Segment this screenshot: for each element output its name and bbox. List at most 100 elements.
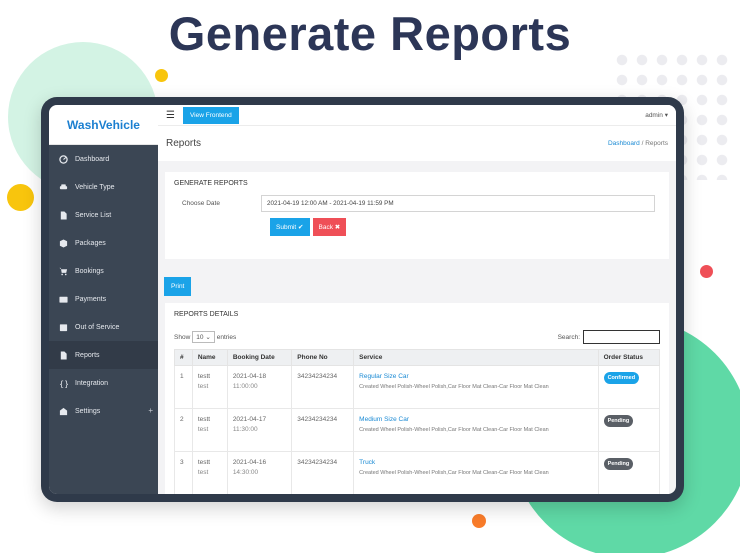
- breadcrumb-dashboard[interactable]: Dashboard: [608, 140, 640, 147]
- booking-date-cell: 2021-04-17 11:30:00: [226, 408, 293, 452]
- user-menu[interactable]: admin ▾: [645, 111, 668, 119]
- car-icon: [58, 183, 68, 192]
- table-row: 3 testt test 2021-04-16 14:30:00 34234234234 T…: [174, 451, 661, 494]
- page-title: Reports: [166, 138, 202, 149]
- order-status-cell: Confirmed: [597, 365, 661, 409]
- table-header-row: # Name Booking Date Phone No Service Order St…: [174, 349, 661, 366]
- dashboard-icon: [58, 154, 68, 164]
- booking-date: 2021-04-17: [232, 416, 267, 423]
- service-link[interactable]: Medium Size Car: [359, 415, 592, 425]
- generate-reports-card: GENERATE REPORTS Choose Date 2021-04-19 …: [165, 172, 669, 259]
- booking-time: 11:30:00: [232, 426, 258, 433]
- sidebar-item-label: Service List: [75, 211, 112, 219]
- reports-table: # Name Booking Date Phone No Service Order St…: [174, 349, 661, 494]
- sidebar-item-vehicle-type[interactable]: Vehicle Type: [49, 173, 158, 201]
- phone-cell: 34234234234: [291, 365, 355, 409]
- generate-reports-title: GENERATE REPORTS: [174, 180, 248, 187]
- sidebar-item-out-of-service[interactable]: Out of Service: [49, 313, 158, 341]
- service-link[interactable]: Truck: [359, 458, 592, 468]
- file-icon: [58, 210, 68, 220]
- order-status-cell: Pending: [597, 451, 661, 494]
- sidebar-item-label: Payments: [75, 295, 107, 303]
- customer-cell: testt test: [191, 365, 228, 409]
- date-label: Choose Date: [182, 200, 220, 207]
- status-badge: Pending: [603, 415, 634, 427]
- service-description: Created Wheel Polish-Wheel Polish,Car Fl…: [359, 427, 549, 433]
- date-range-input[interactable]: 2021-04-19 12:00 AM - 2021-04-19 11:59 P…: [261, 195, 655, 212]
- sidebar-item-label: Vehicle Type: [75, 183, 115, 191]
- sidebar-item-service-list[interactable]: Service List: [49, 201, 158, 229]
- search-input[interactable]: [583, 330, 660, 344]
- entries-label: entries: [216, 333, 237, 341]
- sidebar-item-dashboard[interactable]: Dashboard: [49, 145, 158, 173]
- breadcrumb: Dashboard / Reports: [608, 140, 668, 147]
- table-tools: Show 10 ⌄ entries Search:: [174, 330, 660, 344]
- phone-cell: 34234234234: [291, 408, 355, 452]
- table-row: 2 testt test 2021-04-17 11:30:00 34234234234 M…: [174, 408, 661, 452]
- form-buttons: Submit ✔ Back ✖: [270, 218, 660, 236]
- service-description: Created Wheel Polish-Wheel Polish,Car Fl…: [359, 470, 549, 476]
- customer-cell: testt test: [191, 451, 228, 494]
- search-label: Search:: [557, 333, 580, 341]
- table-row: 1 testt test 2021-04-18 11:00:00 34234234234 R…: [174, 365, 661, 409]
- sidebar-item-packages[interactable]: Packages: [49, 229, 158, 257]
- calendar-icon: [58, 323, 68, 332]
- sidebar-item-label: Settings: [75, 407, 101, 415]
- booking-date-cell: 2021-04-18 11:00:00: [226, 365, 293, 409]
- service-link[interactable]: Regular Size Car: [359, 372, 592, 382]
- column-header[interactable]: Booking Date: [226, 349, 293, 366]
- decorative-dot: [7, 184, 34, 211]
- file-icon: [58, 350, 68, 360]
- submit-button[interactable]: Submit ✔: [270, 218, 310, 236]
- booking-time: 14:30:00: [232, 469, 259, 476]
- booking-date: 2021-04-16: [232, 459, 267, 466]
- braces-icon: {}: [58, 379, 68, 388]
- sidebar-item-bookings[interactable]: Bookings: [49, 257, 158, 285]
- chevron-down-icon: ⌄: [205, 334, 211, 341]
- customer-name: testt: [197, 373, 211, 380]
- decorative-dot: [155, 69, 168, 82]
- sidebar-item-reports[interactable]: Reports: [49, 341, 158, 369]
- sidebar-item-payments[interactable]: Payments: [49, 285, 158, 313]
- column-header[interactable]: Service: [353, 349, 599, 366]
- sidebar-item-label: Packages: [75, 239, 106, 247]
- booking-date-cell: 2021-04-16 14:30:00: [226, 451, 293, 494]
- row-number: 1: [174, 365, 193, 409]
- plus-icon[interactable]: +: [148, 406, 153, 415]
- booking-time: 11:00:00: [232, 383, 258, 390]
- svg-text:{}: {}: [59, 379, 68, 388]
- status-badge: Confirmed: [603, 372, 640, 384]
- building-icon: [58, 407, 68, 416]
- service-cell: Medium Size Car Created Wheel Polish-Whee…: [353, 408, 599, 452]
- back-button[interactable]: Back ✖: [312, 218, 347, 236]
- print-button[interactable]: Print: [164, 277, 192, 296]
- top-bar: ☰ View Frontend admin ▾: [158, 105, 676, 125]
- caret-down-icon: ▾: [664, 112, 668, 119]
- reports-details-card: REPORTS DETAILS Show 10 ⌄ entries Search…: [165, 303, 669, 494]
- sidebar-item-label: Bookings: [75, 267, 104, 275]
- card-icon: [58, 295, 68, 304]
- column-header[interactable]: Name: [191, 349, 228, 366]
- cart-icon: [58, 267, 68, 276]
- date-row: Choose Date 2021-04-19 12:00 AM - 2021-0…: [174, 195, 660, 212]
- view-frontend-button[interactable]: View Frontend: [182, 106, 239, 124]
- column-header[interactable]: Phone No: [291, 349, 355, 366]
- reports-details-title: REPORTS DETAILS: [174, 311, 239, 318]
- brand-logo[interactable]: WashVehicle: [49, 105, 158, 145]
- hamburger-icon[interactable]: ☰: [166, 110, 175, 121]
- sidebar-item-label: Reports: [75, 351, 100, 359]
- entries-select[interactable]: 10 ⌄: [192, 331, 215, 343]
- customer-name: testt: [197, 459, 211, 466]
- customer-subtext: test: [197, 469, 209, 476]
- sidebar-item-label: Out of Service: [75, 323, 120, 331]
- customer-cell: testt test: [191, 408, 228, 452]
- sidebar-item-integration[interactable]: {} Integration: [49, 369, 158, 397]
- tablet-frame: WashVehicle Dashboard Vehicle Type Service…: [41, 97, 684, 502]
- column-header[interactable]: Order Status: [597, 349, 661, 366]
- column-header[interactable]: #: [174, 349, 193, 366]
- sidebar-item-settings[interactable]: Settings +: [49, 397, 158, 425]
- show-label: Show: [174, 333, 191, 341]
- check-icon: ✔: [298, 224, 304, 231]
- service-cell: Truck Created Wheel Polish-Wheel Polish,C…: [353, 451, 599, 494]
- decorative-dot: [472, 514, 486, 528]
